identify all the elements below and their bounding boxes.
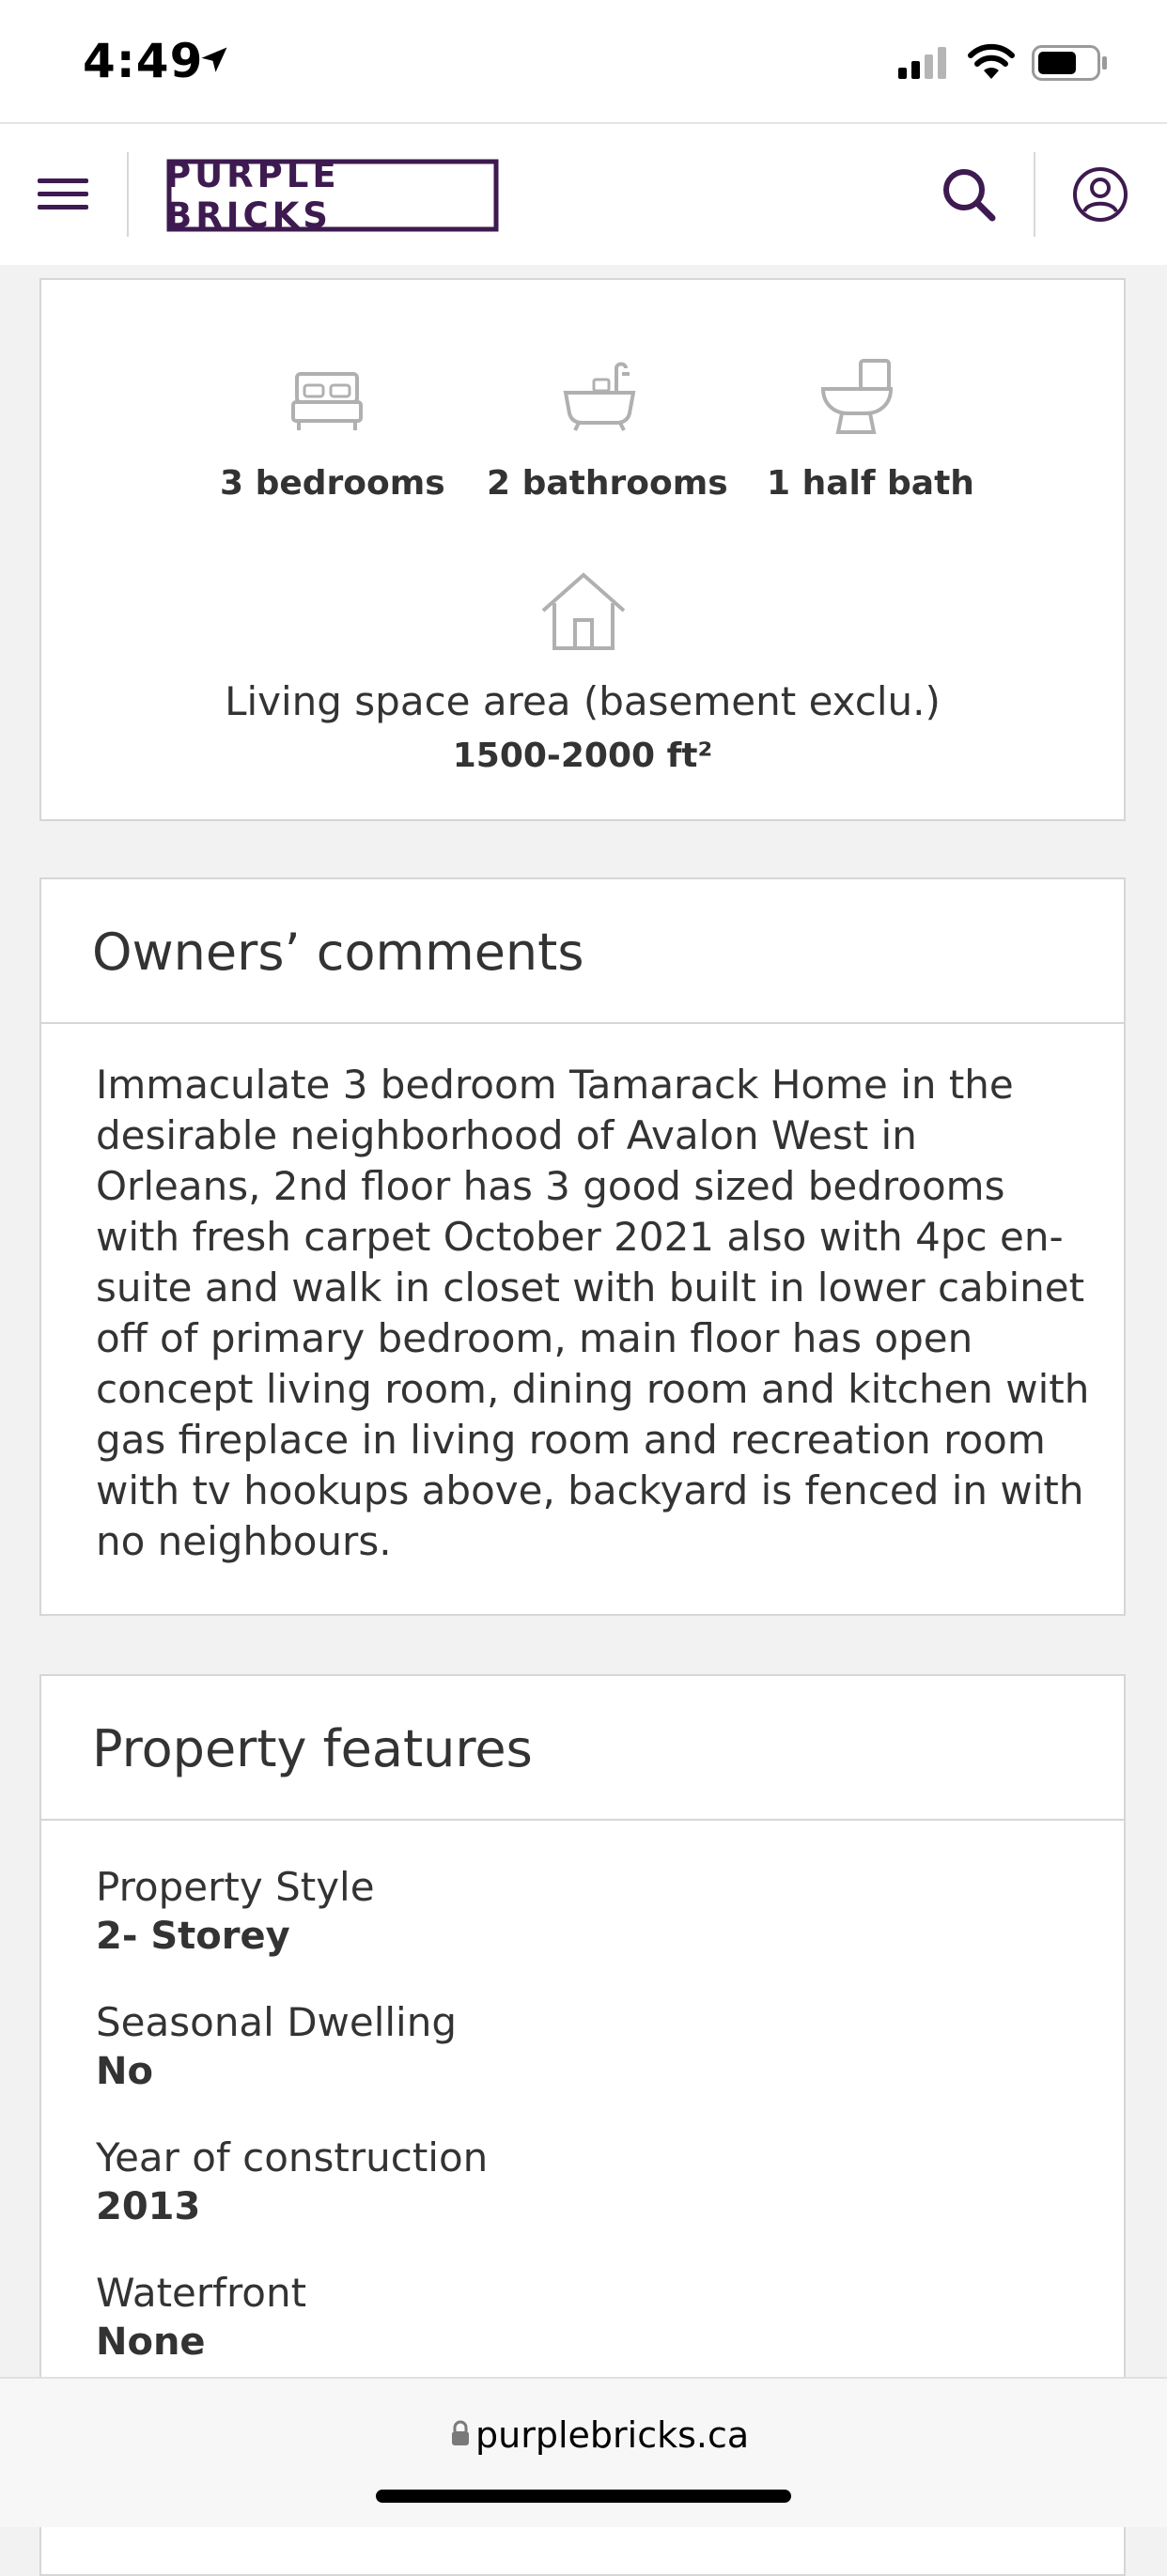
purple-bricks-logo[interactable]: PURPLE BRICKS [165, 155, 500, 236]
bathrooms-count: 2 bathrooms [487, 464, 728, 503]
toilet-icon [820, 359, 894, 434]
hamburger-menu-icon[interactable] [36, 171, 92, 218]
feature-value: 2013 [96, 2185, 201, 2228]
bathtub-icon [563, 362, 636, 431]
header-divider [1034, 152, 1035, 237]
card-header: Property features [41, 1676, 1124, 1821]
logo-text: PURPLE BRICKS [165, 155, 340, 236]
cellular-signal-icon [898, 47, 946, 79]
feature-value: No [96, 2050, 153, 2093]
battery-icon [1032, 45, 1107, 81]
wifi-icon [968, 43, 1015, 79]
feature-label: Year of construction [96, 2134, 489, 2180]
owners-comments-card: Owners’ comments Immaculate 3 bedroom Ta… [39, 877, 1126, 1616]
browser-url-bar[interactable]: purplebricks.ca [0, 2377, 1167, 2527]
bedrooms-count: 3 bedrooms [220, 464, 445, 503]
feature-label: Property Style [96, 1864, 375, 1910]
card-header: Owners’ comments [41, 879, 1124, 1024]
feature-label: Seasonal Dwelling [96, 1999, 458, 2045]
house-icon [541, 572, 626, 650]
property-stats-card: 3 bedrooms 2 bathrooms 1 half bath Livin… [39, 278, 1126, 821]
bed-icon [291, 372, 363, 430]
feature-value: 2- Storey [96, 1915, 290, 1958]
site-header: PURPLE BRICKS [0, 122, 1167, 265]
property-features-title: Property features [92, 1719, 533, 1778]
account-icon[interactable] [1071, 165, 1129, 224]
living-area-value: 1500-2000 ft² [452, 737, 713, 775]
url-text[interactable]: purplebricks.ca [475, 2414, 749, 2456]
location-arrow-icon [201, 47, 227, 72]
owners-comments-title: Owners’ comments [92, 923, 584, 982]
half-bath-count: 1 half bath [767, 464, 974, 503]
header-divider [127, 152, 129, 237]
search-icon[interactable] [940, 165, 998, 224]
feature-value: None [96, 2320, 206, 2364]
status-bar: 4:49 [0, 0, 1167, 122]
status-time: 4:49 [83, 34, 204, 88]
lock-icon [452, 2420, 469, 2445]
owners-comments-text: Immaculate 3 bedroom Tamarack Home in th… [96, 1062, 1090, 1564]
living-area-label: Living space area (basement exclu.) [225, 678, 941, 724]
feature-label: Waterfront [96, 2270, 307, 2316]
home-indicator[interactable] [376, 2490, 791, 2503]
